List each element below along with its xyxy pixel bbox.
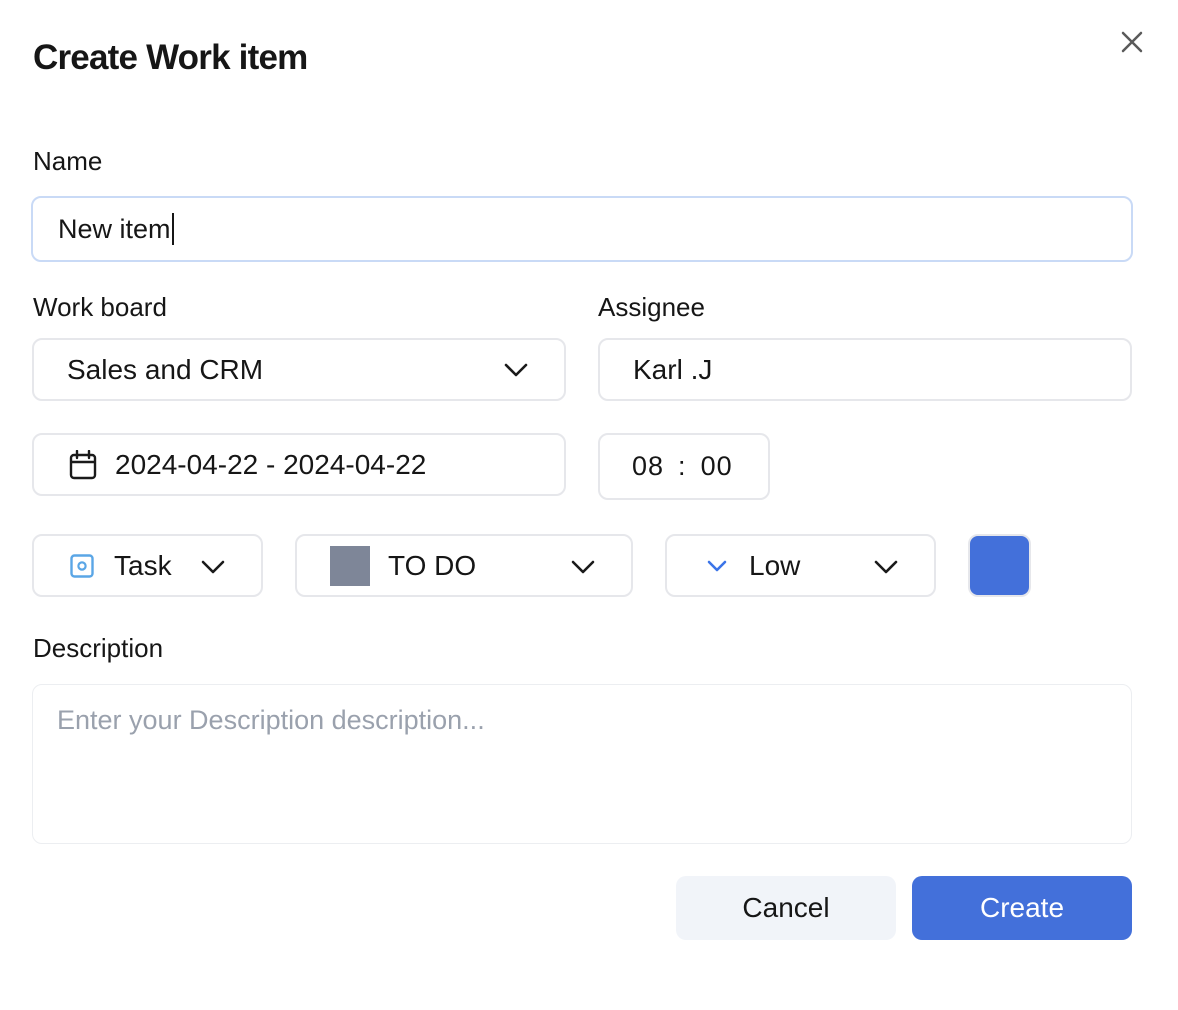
description-textarea[interactable] bbox=[32, 684, 1132, 844]
create-button[interactable]: Create bbox=[912, 876, 1132, 940]
date-range-value: 2024-04-22 - 2024-04-22 bbox=[115, 448, 427, 480]
close-icon bbox=[1121, 31, 1143, 53]
work-board-select[interactable]: Sales and CRM bbox=[32, 338, 566, 401]
chevron-down-icon bbox=[571, 560, 595, 574]
chevron-down-icon bbox=[504, 363, 528, 377]
name-input[interactable]: New item bbox=[31, 196, 1133, 262]
calendar-icon bbox=[69, 449, 97, 479]
work-board-label: Work board bbox=[33, 292, 167, 322]
time-separator: : bbox=[678, 451, 687, 481]
assignee-value: Karl .J bbox=[633, 353, 713, 385]
type-select[interactable]: Task bbox=[32, 534, 263, 597]
assignee-label: Assignee bbox=[598, 292, 705, 322]
color-picker-button[interactable] bbox=[968, 534, 1031, 597]
status-color-swatch bbox=[330, 545, 370, 586]
cancel-button[interactable]: Cancel bbox=[676, 876, 896, 940]
dialog-title: Create Work item bbox=[33, 38, 308, 77]
type-value: Task bbox=[114, 549, 172, 581]
time-input[interactable]: 08 : 00 bbox=[598, 433, 770, 500]
work-board-value: Sales and CRM bbox=[67, 353, 264, 385]
task-icon bbox=[70, 553, 94, 578]
time-hour[interactable]: 08 bbox=[632, 451, 664, 482]
status-value: TO DO bbox=[388, 549, 477, 581]
text-caret bbox=[171, 213, 174, 245]
description-label: Description bbox=[33, 633, 164, 663]
priority-value: Low bbox=[749, 549, 801, 581]
chevron-down-icon bbox=[201, 560, 225, 574]
close-button[interactable] bbox=[1118, 28, 1146, 56]
assignee-input[interactable]: Karl .J bbox=[598, 338, 1132, 401]
name-label: Name bbox=[33, 146, 103, 176]
priority-low-icon bbox=[707, 560, 727, 571]
status-select[interactable]: TO DO bbox=[295, 534, 633, 597]
name-input-value: New item bbox=[58, 213, 171, 244]
time-minute[interactable]: 00 bbox=[701, 451, 733, 482]
date-range-picker[interactable]: 2024-04-22 - 2024-04-22 bbox=[32, 433, 566, 496]
chevron-down-icon bbox=[874, 560, 898, 574]
priority-select[interactable]: Low bbox=[665, 534, 936, 597]
